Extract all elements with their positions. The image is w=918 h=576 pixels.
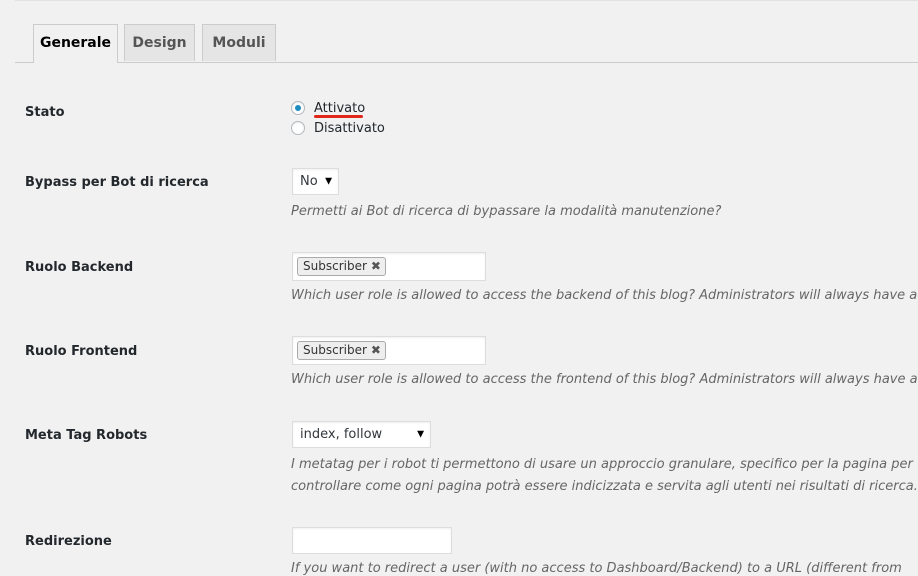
role-token-label: Subscriber (303, 343, 367, 357)
radio-attivato-label[interactable]: Attivato (314, 101, 365, 116)
ruolo-frontend-input[interactable]: Subscriber ✖ (292, 336, 486, 365)
radio-attivato-button[interactable] (291, 101, 305, 115)
ruolo-frontend-label: Ruolo Frontend (25, 344, 138, 359)
meta-robots-select[interactable]: index, follow ▼ (292, 421, 431, 448)
radio-disattivato-label[interactable]: Disattivato (314, 121, 385, 136)
bypass-description: Permetti ai Bot di ricerca di bypassare … (291, 204, 722, 219)
redirezione-label: Redirezione (25, 534, 112, 549)
role-token: Subscriber ✖ (297, 257, 386, 276)
stato-label: Stato (25, 105, 65, 120)
meta-robots-select-value: index, follow (300, 427, 383, 442)
remove-icon[interactable]: ✖ (371, 342, 381, 359)
chevron-down-icon: ▼ (417, 429, 424, 439)
remove-icon[interactable]: ✖ (371, 258, 381, 275)
bypass-select-value: No (300, 174, 318, 189)
bypass-label: Bypass per Bot di ricerca (25, 175, 209, 190)
tab-moduli[interactable]: Moduli (202, 24, 276, 61)
ruolo-backend-input[interactable]: Subscriber ✖ (292, 252, 486, 281)
ruolo-backend-description: Which user role is allowed to access the… (291, 288, 918, 303)
role-token: Subscriber ✖ (297, 341, 386, 360)
bypass-select[interactable]: No ▼ (292, 168, 339, 195)
radio-disattivato[interactable]: Disattivato (291, 119, 385, 137)
ruolo-frontend-description: Which user role is allowed to access the… (291, 372, 918, 387)
redirezione-input[interactable] (292, 527, 452, 554)
redirezione-description: If you want to redirect a user (with no … (291, 561, 902, 576)
top-divider (15, 0, 918, 1)
tab-design[interactable]: Design (124, 24, 195, 61)
tab-generale[interactable]: Generale (33, 24, 118, 63)
meta-robots-description-line2: controllare come ogni pagina potrà esser… (291, 479, 918, 494)
settings-tabs: Generale Design Moduli (15, 24, 918, 63)
chevron-down-icon: ▼ (325, 176, 332, 186)
radio-disattivato-button[interactable] (291, 121, 305, 135)
role-token-label: Subscriber (303, 259, 367, 273)
ruolo-backend-label: Ruolo Backend (25, 260, 134, 275)
meta-robots-label: Meta Tag Robots (25, 428, 148, 443)
highlight-underline (314, 115, 363, 118)
meta-robots-description-line1: I metatag per i robot ti permettono di u… (291, 457, 913, 472)
